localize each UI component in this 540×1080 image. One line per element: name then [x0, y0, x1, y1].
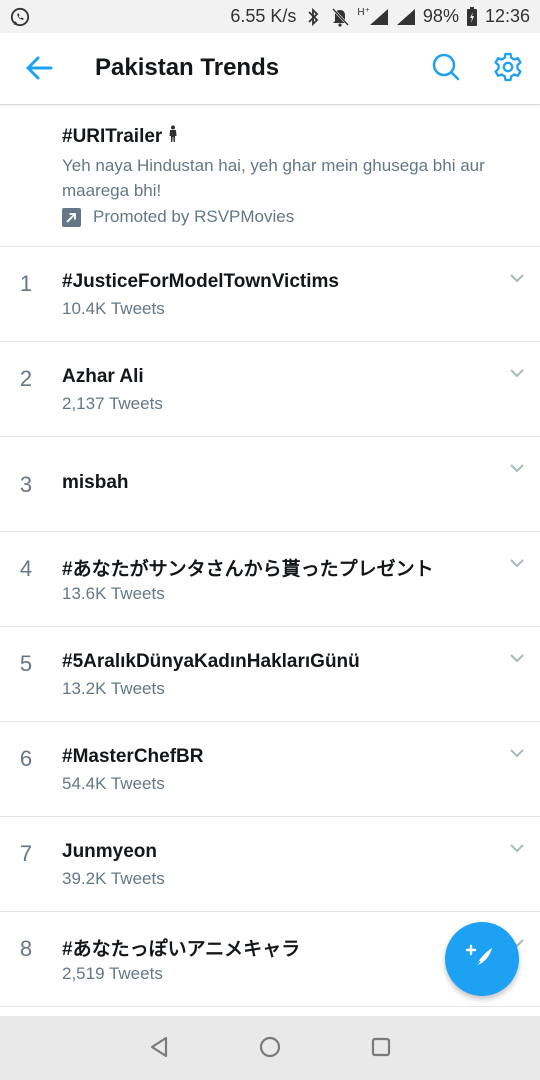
clock: 12:36	[484, 6, 530, 26]
trend-name: misbah	[62, 472, 129, 493]
bell-off-icon	[330, 7, 350, 27]
trend-name: Azhar Ali	[62, 366, 144, 387]
trend-row-4[interactable]: 4 #あなたがサンタさんから貰ったプレゼント 13.6K Tweets	[0, 532, 540, 627]
trend-row-6[interactable]: 6 #MasterChefBR 54.4K Tweets	[0, 722, 540, 817]
trend-menu-button[interactable]	[506, 461, 528, 477]
trend-rank: 3	[19, 472, 33, 497]
trend-tweet-count: 54.4K Tweets	[62, 774, 165, 793]
nav-recents-icon	[369, 1035, 393, 1064]
trend-row-5[interactable]: 5 #5AralıkDünyaKadınHaklarıGünü 13.2K Tw…	[0, 627, 540, 722]
trend-menu-button[interactable]	[506, 746, 528, 762]
trend-menu-button[interactable]	[506, 556, 528, 572]
promoted-by[interactable]: Promoted by RSVPMovies	[62, 207, 294, 227]
trend-row-2[interactable]: 2 Azhar Ali 2,137 Tweets	[0, 342, 540, 437]
promoted-trend-title: #URITrailer	[62, 125, 178, 149]
trend-row-7[interactable]: 7 Junmyeon 39.2K Tweets	[0, 817, 540, 912]
trend-menu-button[interactable]	[506, 841, 528, 857]
status-bar: 6.55 K/s H⁺ 98% 12:36	[0, 0, 540, 33]
trend-row-3[interactable]: 3 misbah	[0, 437, 540, 532]
trend-rank: 4	[19, 556, 33, 581]
nav-home-button[interactable]	[255, 1034, 285, 1064]
trend-name: #MasterChefBR	[62, 746, 204, 767]
trend-name: #あなたがサンタさんから貰ったプレゼント	[62, 559, 434, 580]
search-button[interactable]	[428, 51, 464, 87]
nav-home-icon	[258, 1035, 282, 1064]
bluetooth-icon	[303, 7, 323, 27]
network-speed: 6.55 K/s	[230, 6, 297, 26]
compose-tweet-button[interactable]	[445, 922, 519, 996]
trend-name: Junmyeon	[62, 841, 158, 862]
chevron-down-icon	[509, 555, 525, 573]
trend-menu-button[interactable]	[506, 366, 528, 382]
system-nav-bar	[0, 1016, 540, 1080]
page-title: Pakistan Trends	[95, 54, 280, 81]
trend-rank: 7	[19, 841, 33, 866]
trend-tweet-count: 2,137 Tweets	[62, 394, 163, 413]
back-arrow-icon	[25, 56, 53, 85]
chevron-down-icon	[509, 460, 525, 478]
chevron-down-icon	[509, 745, 525, 763]
chevron-down-icon	[509, 840, 525, 858]
trend-rank: 5	[19, 651, 33, 676]
battery-icon	[466, 6, 478, 27]
gear-icon	[493, 52, 523, 87]
chevron-down-icon	[509, 365, 525, 383]
soldier-emoji-icon	[168, 125, 178, 149]
chevron-down-icon	[509, 270, 525, 288]
trend-menu-button[interactable]	[506, 271, 528, 287]
whatsapp-icon	[10, 7, 30, 27]
trend-tweet-count: 13.2K Tweets	[62, 679, 165, 698]
trend-rank: 8	[19, 936, 33, 961]
promoted-description: Yeh naya Hindustan hai, yeh ghar mein gh…	[62, 156, 485, 200]
trend-rank: 1	[19, 271, 33, 296]
nav-recents-button[interactable]	[366, 1034, 396, 1064]
promoted-arrow-icon	[62, 207, 81, 227]
trend-name: #5AralıkDünyaKadınHaklarıGünü	[62, 651, 360, 672]
signal-icon-2	[396, 7, 416, 27]
trend-tweet-count: 13.6K Tweets	[62, 584, 165, 603]
trend-tweet-count: 10.4K Tweets	[62, 299, 165, 318]
app-bar: Pakistan Trends	[0, 33, 540, 105]
trend-name: #あなたっぽいアニメキャラ	[62, 939, 301, 960]
compose-tweet-icon	[462, 937, 502, 982]
search-icon	[431, 52, 461, 87]
signal-icon	[369, 7, 389, 27]
nav-back-icon	[147, 1035, 171, 1064]
trend-name: #JusticeForModelTownVictims	[62, 271, 339, 292]
trend-rank: 2	[19, 366, 33, 391]
trend-rank: 6	[19, 746, 33, 771]
settings-button[interactable]	[490, 51, 526, 87]
promoted-hashtag: #URITrailer	[62, 126, 163, 147]
trend-menu-button[interactable]	[506, 651, 528, 667]
nav-back-button[interactable]	[144, 1034, 174, 1064]
promoted-trend[interactable]: #URITrailer Yeh naya Hindustan hai, yeh …	[0, 106, 540, 247]
promoted-by-label: Promoted by RSVPMovies	[93, 207, 295, 226]
trend-tweet-count: 2,519 Tweets	[62, 964, 163, 983]
battery-percent: 98%	[422, 6, 459, 26]
back-button[interactable]	[22, 53, 56, 87]
chevron-down-icon	[509, 650, 525, 668]
trend-row-1[interactable]: 1 #JusticeForModelTownVictims 10.4K Twee…	[0, 247, 540, 342]
trend-tweet-count: 39.2K Tweets	[62, 869, 165, 888]
